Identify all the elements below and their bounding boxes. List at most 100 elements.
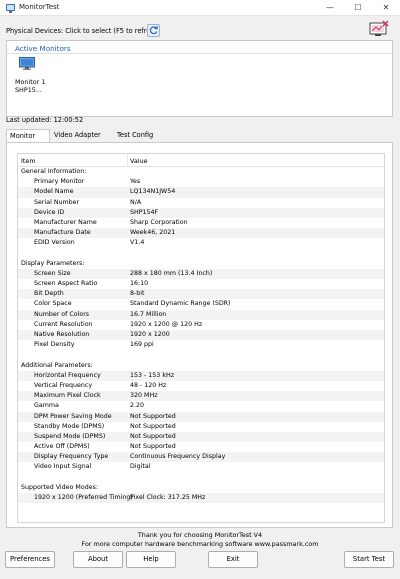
item-value: SHP154F <box>130 208 159 216</box>
table-row[interactable]: Native Resolution 1920 x 1200 <box>18 330 384 341</box>
item-name: DPM Power Saving Mode <box>34 412 112 420</box>
table-section-row[interactable]: Display Parameters: <box>18 259 384 269</box>
item-value: Not Supported <box>130 432 176 440</box>
item-name: Primary Monitor <box>34 178 85 186</box>
table-row[interactable]: Device ID SHP154F <box>18 207 384 218</box>
table-row[interactable]: Suspend Mode (DPMS) Not Supported <box>18 431 384 443</box>
maximize-button[interactable]: ☐ <box>344 0 372 16</box>
monitor-1-tile[interactable]: Monitor 1 SHP15... <box>13 55 47 95</box>
app-monitor-icon <box>6 4 15 13</box>
table-row[interactable]: Screen Aspect Ratio 16:10 <box>18 279 384 289</box>
item-name: Manufacture Date <box>34 229 91 237</box>
table-row[interactable]: Color Space Standard Dynamic Range (SDR) <box>18 299 384 309</box>
table-row[interactable]: DPM Power Saving Mode Not Supported <box>18 411 384 422</box>
monitor-icon <box>19 57 35 70</box>
preferences-button[interactable]: Preferences <box>5 551 55 568</box>
column-header-value[interactable]: Value <box>130 157 148 165</box>
item-value: 320 MHz <box>130 392 158 400</box>
table-row[interactable]: Model Name LQ134N1JW54 <box>18 187 384 198</box>
item-name: Maximum Pixel Clock <box>34 392 101 400</box>
table-row[interactable]: Number of Colors 16.7 Million <box>18 309 384 320</box>
item-value: 1920 x 1200 <box>130 331 170 338</box>
header-divider <box>7 53 392 54</box>
table-row[interactable] <box>18 350 384 360</box>
item-value: Digital <box>130 463 151 471</box>
start-test-button[interactable]: Start Test <box>344 551 394 568</box>
item-value: Not Supported <box>130 443 176 451</box>
tab-video-adapter-info[interactable]: Video Adapter Info <box>51 129 114 151</box>
item-value: 169 ppi <box>130 341 154 349</box>
item-value: 48 - 120 Hz <box>130 381 167 389</box>
item-name: Screen Size <box>34 269 71 277</box>
item-name: Pixel Density <box>34 341 75 349</box>
item-value: LQ134N1JW54 <box>130 188 176 196</box>
table-row[interactable] <box>18 473 384 483</box>
help-button[interactable]: Help <box>126 551 176 568</box>
title-bar: MonitorTest — ☐ ✕ <box>0 0 400 16</box>
refresh-icon <box>149 25 158 35</box>
monitortest-logo-icon <box>369 20 389 36</box>
table-row[interactable]: EDID Version V1.4 <box>18 238 384 248</box>
thank-you-text: Thank you for choosing MonitorTest V4 <box>137 531 263 539</box>
table-row[interactable]: Gamma 2.20 <box>18 401 384 411</box>
tab-test-config[interactable]: Test Config <box>114 129 158 142</box>
item-value: 16.7 Million <box>130 310 167 318</box>
item-value: 8-bit <box>130 290 145 298</box>
table-row[interactable]: Display Frequency Type Continuous Frequen… <box>18 452 384 463</box>
item-value: Standard Dynamic Range (SDR) <box>130 300 231 308</box>
table-row[interactable]: Primary Monitor Yes <box>18 177 384 187</box>
item-value: 16:10 <box>130 280 149 288</box>
table-section-row[interactable]: Supported Video Modes: <box>18 483 384 493</box>
active-monitors-panel: Active Monitors Monitor 1 SHP15... <box>6 40 393 117</box>
table-row[interactable]: Screen Size 288 x 180 mm (13.4 Inch) <box>18 268 384 280</box>
table-row[interactable]: Active Off (DPMS) Not Supported <box>18 442 384 452</box>
item-name: Current Resolution <box>34 320 93 328</box>
minimize-button[interactable]: — <box>316 0 344 16</box>
item-name: Color Space <box>34 300 72 308</box>
table-section-row[interactable]: Additional Parameters: <box>18 361 384 371</box>
item-name: Device ID <box>34 208 65 216</box>
column-header-item[interactable]: Item <box>21 157 36 165</box>
refresh-button[interactable] <box>147 24 160 37</box>
table-row[interactable] <box>18 249 384 259</box>
item-name: 1920 x 1200 (Preferred Timing) <box>34 494 133 501</box>
table-section-row[interactable]: General Information: <box>18 167 384 177</box>
exit-button[interactable]: Exit <box>208 551 258 568</box>
table-row[interactable]: Standby Mode (DPMS) Not Supported <box>18 422 384 432</box>
table-row[interactable]: Maximum Pixel Clock 320 MHz <box>18 391 384 402</box>
table-row[interactable]: Manufacturer Name Sharp Corporation <box>18 218 384 228</box>
section-title: Supported Video Modes: <box>21 483 98 491</box>
item-value: Continuous Frequency Display <box>130 453 226 461</box>
column-divider[interactable] <box>127 154 128 167</box>
table-row[interactable]: Pixel Density 169 ppi <box>18 340 384 350</box>
item-name: EDID Version <box>34 239 75 247</box>
item-value: 2.20 <box>130 402 145 410</box>
table-row[interactable]: Vertical Frequency 48 - 120 Hz <box>18 381 384 391</box>
item-name: Serial Number <box>34 198 80 206</box>
table-row[interactable]: Current Resolution 1920 x 1200 @ 120 Hz <box>18 320 384 330</box>
item-value: Pixel Clock: 317.25 MHz <box>130 494 206 501</box>
last-updated-text: Last updated: 12:00:52 <box>6 116 84 124</box>
about-button[interactable]: About <box>73 551 123 568</box>
item-name: Suspend Mode (DPMS) <box>34 432 106 440</box>
table-row[interactable]: Video Input Signal Digital <box>18 462 384 472</box>
item-name: Video Input Signal <box>34 463 92 471</box>
item-name: Screen Aspect Ratio <box>34 280 98 288</box>
tab-monitor-info[interactable]: Monitor Info <box>6 129 50 152</box>
item-name: Vertical Frequency <box>34 381 93 389</box>
monitor-info-table[interactable]: Item Value General Information: Primary M… <box>17 153 385 523</box>
table-row[interactable]: Bit Depth 8-bit <box>18 289 384 300</box>
item-value: Week46, 2021 <box>130 229 176 237</box>
table-row[interactable]: Horizontal Frequency 153 - 153 kHz <box>18 370 384 381</box>
monitor-1-model-label: SHP15... <box>15 86 42 94</box>
close-button[interactable]: ✕ <box>372 0 400 16</box>
item-value: Not Supported <box>130 412 176 420</box>
section-title: Display Parameters: <box>21 259 85 267</box>
item-name: Number of Colors <box>34 310 90 318</box>
table-row[interactable]: 1920 x 1200 (Preferred Timing) Pixel Cloc… <box>18 493 384 504</box>
monitor-1-label: Monitor 1 <box>15 78 46 86</box>
table-row[interactable]: Manufacture Date Week46, 2021 <box>18 228 384 239</box>
item-value: Sharp Corporation <box>130 218 188 226</box>
table-row[interactable]: Serial Number N/A <box>18 198 384 208</box>
item-value: Not Supported <box>130 422 176 430</box>
